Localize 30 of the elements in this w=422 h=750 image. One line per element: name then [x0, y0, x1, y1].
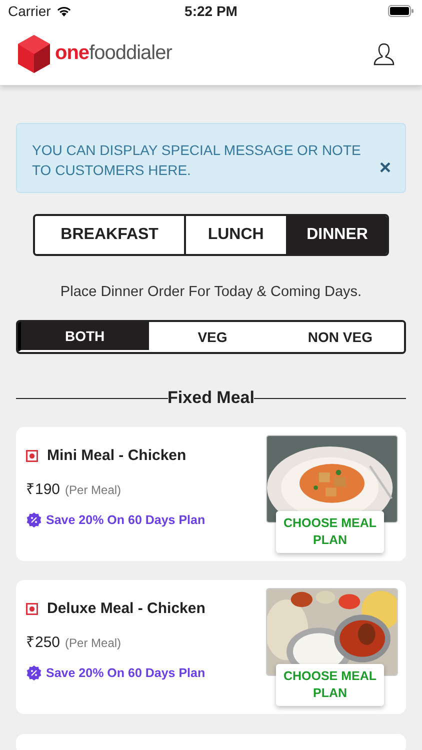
- notice-message: YOU CAN DISPLAY SPECIAL MESSAGE OR NOTE TO CUSTOMERS HERE.: [32, 141, 362, 180]
- meal-tab[interactable]: LUNCH: [184, 216, 286, 254]
- discount-badge-icon: [26, 665, 42, 681]
- meal-tab[interactable]: DINNER: [286, 216, 387, 254]
- clock-time: 5:22 PM: [184, 3, 238, 19]
- wifi-icon: [56, 5, 72, 17]
- meal-tab[interactable]: BREAKFAST: [35, 216, 184, 254]
- diet-filter-tab[interactable]: NON VEG: [276, 322, 404, 352]
- offer-text: Save 20% On 60 Days Plan: [46, 513, 206, 527]
- battery-icon: [388, 5, 414, 17]
- cube-logo-icon: [17, 34, 51, 74]
- order-hint: Place Dinner Order For Today & Coming Days.: [59, 284, 363, 300]
- meal-name: Mini Meal - Chicken: [47, 447, 186, 464]
- choose-meal-plan-button[interactable]: CHOOSE MEAL PLAN: [276, 511, 384, 553]
- profile-icon[interactable]: [372, 42, 396, 66]
- meal-name: Deluxe Meal - Chicken: [47, 600, 206, 617]
- offer-text: Save 20% On 60 Days Plan: [46, 666, 206, 680]
- meal-price: ₹250: [26, 633, 60, 651]
- discount-badge-icon: [26, 512, 42, 528]
- carrier-name: Carrier: [8, 3, 51, 19]
- price-unit: (Per Meal): [65, 483, 122, 497]
- logo-text: fooddialer: [89, 42, 172, 65]
- price-unit: (Per Meal): [65, 636, 122, 650]
- diet-filter-tab[interactable]: BOTH: [18, 322, 149, 352]
- diet-filter-tab[interactable]: VEG: [148, 322, 276, 352]
- close-button[interactable]: ×: [379, 158, 391, 178]
- logo-text: one: [55, 42, 90, 65]
- section-heading: Fixed Meal: [168, 388, 254, 408]
- choose-meal-plan-button[interactable]: CHOOSE MEAL PLAN: [276, 664, 384, 706]
- meal-price: ₹190: [26, 480, 60, 498]
